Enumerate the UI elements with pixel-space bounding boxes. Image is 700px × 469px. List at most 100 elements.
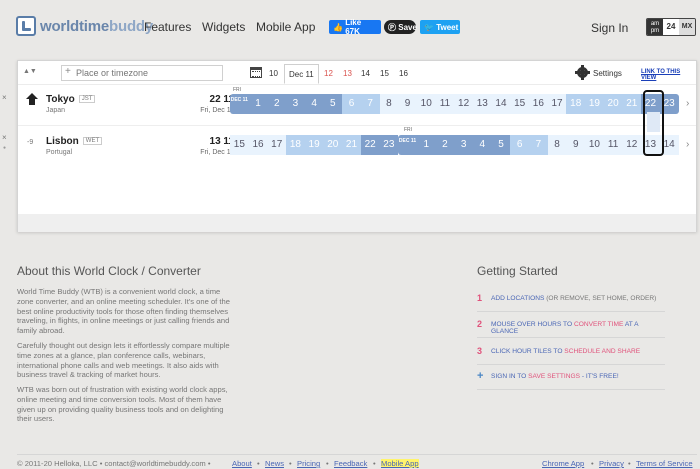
hour-tile[interactable]: 3 [286, 94, 305, 114]
remove-row-icon[interactable]: × [2, 133, 7, 142]
date-tab-16[interactable]: 16 [399, 69, 408, 78]
getting-started-title: Getting Started [477, 264, 558, 278]
gear-icon[interactable] [575, 65, 590, 80]
format-mx[interactable]: MX [679, 19, 695, 35]
hour-tile[interactable]: 16 [248, 135, 268, 155]
settings-link[interactable]: Settings [593, 69, 622, 78]
pinterest-save-button[interactable]: Ⓟ Save [384, 20, 417, 34]
hour-tile[interactable]: 17 [547, 94, 567, 114]
hour-tile[interactable]: 10 [585, 135, 604, 155]
date-tab-dec-11[interactable]: Dec 11 [284, 64, 319, 84]
plus-icon: + [477, 370, 484, 382]
hour-tile[interactable]: 12 [622, 135, 642, 155]
hour-tile[interactable]: 13 [472, 94, 492, 114]
tz-abbr: WET [82, 137, 103, 145]
hour-tile[interactable]: 1 [416, 135, 436, 155]
sign-in-link[interactable]: Sign In [591, 21, 628, 35]
hour-tile[interactable]: 17 [267, 135, 287, 155]
hour-tile[interactable]: 4 [304, 94, 324, 114]
hour-tile[interactable]: 7 [529, 135, 548, 155]
calendar-icon[interactable] [250, 67, 262, 78]
chevron-right-icon[interactable]: › [686, 139, 689, 150]
footer-link-chrome-app[interactable]: Chrome App [542, 459, 584, 468]
place-search-input[interactable] [61, 65, 223, 81]
hour-tile[interactable]: 5 [323, 94, 343, 114]
hour-tile[interactable]: 18 [566, 94, 586, 114]
footer-link-mobile-app[interactable]: Mobile App [381, 459, 419, 468]
plus-icon: + [65, 66, 71, 77]
country-name: Portugal [46, 149, 73, 156]
facebook-like-button[interactable]: 👍 Like 67K [329, 18, 381, 36]
hour-tile[interactable]: 15 [230, 135, 249, 155]
step-convert-time[interactable]: 2 MOUSE OVER HOURS TO CONVERT TIME AT A … [477, 312, 665, 338]
hour-tile[interactable]: 7 [360, 94, 380, 114]
hour-tile[interactable]: 8 [379, 94, 399, 114]
hour-tile[interactable]: 20 [323, 135, 343, 155]
footer-link-about[interactable]: About [232, 459, 252, 468]
home-dot-icon[interactable]: ● [3, 145, 6, 151]
hour-tile[interactable]: 10 [416, 94, 436, 114]
hour-tile[interactable]: 12 [454, 94, 473, 114]
step-sign-in[interactable]: + SIGN IN TO SAVE SETTINGS - IT'S FREE! [477, 364, 665, 390]
hour-tile[interactable]: 21 [622, 94, 642, 114]
nav-mobile-app[interactable]: Mobile App [256, 20, 315, 34]
hour-tile[interactable]: 22 [360, 135, 380, 155]
date-tab-14[interactable]: 14 [361, 69, 370, 78]
footer-link-privacy[interactable]: Privacy [599, 459, 624, 468]
nav-widgets[interactable]: Widgets [202, 20, 245, 34]
hour-tile[interactable]: 15 [510, 94, 529, 114]
hour-tile[interactable]: 19 [304, 135, 324, 155]
date-tab-13[interactable]: 13 [343, 69, 352, 78]
hour-tile[interactable]: 11 [435, 94, 455, 114]
date-tab-15[interactable]: 15 [380, 69, 389, 78]
hour-strip-tokyo[interactable]: DEC 11 1 2 3 4 5 6 7 8 9 10 11 12 13 14 15 16 17 18 19 20 21… [230, 94, 679, 114]
tweet-button[interactable]: 🐦 Tweet [420, 20, 460, 34]
hour-tile[interactable]: 6 [510, 135, 529, 155]
logo[interactable]: worldtimebuddy [16, 16, 153, 36]
hour-tile[interactable]: 2 [435, 135, 455, 155]
time-format-toggle[interactable]: am pm 24 MX [646, 18, 696, 36]
selected-hour-column[interactable] [643, 90, 664, 156]
footer-link-news[interactable]: News [265, 459, 284, 468]
twitter-icon: 🐦 [424, 22, 437, 32]
hour-tile[interactable]: 19 [585, 94, 604, 114]
hour-tile[interactable]: 18 [286, 135, 305, 155]
hour-tile[interactable]: 8 [547, 135, 567, 155]
hour-tile[interactable]: 4 [472, 135, 492, 155]
format-24[interactable]: 24 [663, 19, 679, 35]
hour-tile-day-start[interactable]: DEC 11 [398, 135, 417, 155]
step-add-locations[interactable]: 1 ADD LOCATIONS (OR REMOVE, SET HOME, OR… [477, 286, 665, 312]
footer-link-terms[interactable]: Terms of Service [636, 459, 693, 468]
hour-tile[interactable]: 20 [603, 94, 623, 114]
step-schedule-share[interactable]: 3 CLICK HOUR TILES TO SCHEDULE AND SHARE [477, 339, 665, 365]
about-paragraph: WTB was born out of frustration with exi… [17, 385, 228, 424]
hour-tile[interactable]: 5 [491, 135, 511, 155]
link-to-this-view[interactable]: LINK TO THIS VIEW [641, 69, 696, 81]
hour-tile[interactable]: 3 [454, 135, 473, 155]
hour-tile[interactable]: 21 [342, 135, 361, 155]
footer-copyright: © 2011-20 Helloka, LLC • contact@worldti… [17, 459, 211, 468]
hour-tile-day-start[interactable]: DEC 11 [230, 94, 249, 114]
chevron-right-icon[interactable]: › [686, 98, 689, 109]
footer-link-pricing[interactable]: Pricing [297, 459, 320, 468]
format-ampm[interactable]: am pm [647, 19, 663, 35]
hour-tile[interactable]: 14 [491, 94, 511, 114]
nav-features[interactable]: Features [144, 20, 191, 34]
hour-tile[interactable]: 6 [342, 94, 361, 114]
remove-row-icon[interactable]: × [2, 93, 7, 102]
toolbar: ▲▼ + 10 Dec 11 12 13 14 15 16 Settings L… [18, 61, 696, 85]
pinterest-icon: Ⓟ [388, 22, 399, 32]
sort-arrows-icon[interactable]: ▲▼ [23, 68, 37, 75]
hour-tile[interactable]: 11 [603, 135, 623, 155]
date-tab-12[interactable]: 12 [324, 69, 333, 78]
home-icon[interactable] [26, 93, 38, 107]
hour-tile[interactable]: 16 [529, 94, 548, 114]
date-tab-10[interactable]: 10 [269, 69, 278, 78]
footer-link-feedback[interactable]: Feedback [334, 459, 367, 468]
hour-tile[interactable]: 9 [398, 94, 417, 114]
hour-tile[interactable]: 1 [248, 94, 268, 114]
hour-tile[interactable]: 9 [566, 135, 586, 155]
hour-tile[interactable]: 2 [267, 94, 287, 114]
hour-tile[interactable]: 23 [379, 135, 399, 155]
hour-strip-lisbon[interactable]: 15 16 17 18 19 20 21 22 23 DEC 11 1 2 3 4 5 6 7 8 9 10 11 12 1… [230, 135, 679, 155]
